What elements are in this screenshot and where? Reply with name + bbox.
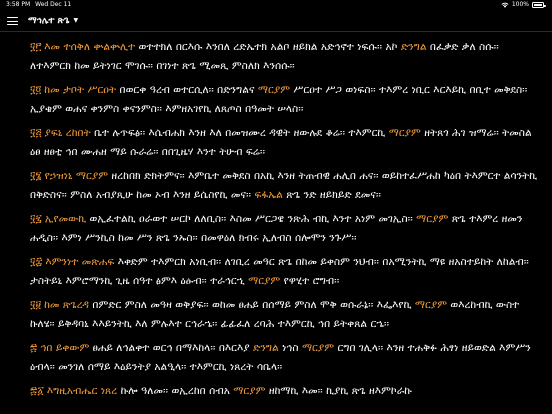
verse-highlight: ያፍኒ ረከበት bbox=[44, 127, 91, 139]
verse-number: ፶፮ bbox=[30, 170, 42, 182]
verse-text: ፀሐይ ለኅልቀተ ወርኅ በማእከላ፡፡ በእርእያ bbox=[89, 342, 254, 354]
verse-highlight: ድንግል bbox=[400, 41, 427, 53]
verse-highlight: ኢየመውኪ bbox=[44, 213, 87, 225]
verse-highlight: ማርያም bbox=[301, 342, 335, 354]
verse-highlight: ማርያም bbox=[388, 127, 421, 139]
battery-percent: 100% bbox=[511, 1, 529, 8]
menu-line bbox=[7, 20, 18, 22]
verse-highlight: ፍፋኤል bbox=[254, 189, 283, 201]
verse-highlight: እምንነተ መጽሐፍ bbox=[45, 256, 115, 268]
verse-text: ወተተክለ በርእሱ እንበለ ረድኤተክ አልቦ ዘይክል አድኅኖተ ነፍሱ… bbox=[135, 41, 401, 53]
status-time-text: 3:58 PM bbox=[6, 1, 31, 8]
verse: ፶፮ የኃዝነኒ ማርያም ዘረከበክ ድክትምና፡፡ እምቤተ መቅደስ በአኪ… bbox=[30, 167, 540, 205]
verse-highlight: ማርያም bbox=[416, 213, 449, 225]
verse-highlight: እመ ተሰቅለ ቍልቍሊተ bbox=[44, 41, 136, 53]
verse-highlight: ከመ ጽጌረዳ bbox=[44, 299, 89, 311]
verse-text: በምድር ምስለ መዓዛ ወቅያፍ፡፡ ወከመ ፀሐይ በሰማይ ምስለ ሞቅ … bbox=[88, 299, 415, 311]
status-date-text: Wed Dec 11 bbox=[35, 1, 72, 8]
verse: ፷፩ እግዚአብሔር ነጸረ ኩሎ ዓለመ፡፡ ወኢረከበ ሰብአ ማርያም ዘከ… bbox=[30, 382, 540, 401]
caret-down-icon: ▼ bbox=[73, 17, 79, 24]
verse-highlight: ድንግል bbox=[253, 342, 279, 354]
verse-text: ወኢፈተልኪ ዐራወተ ሠርኮ ለለቢስ፡፡ እስመ ሥርጋዌ ንጽሕ ብኪ እ… bbox=[86, 213, 417, 225]
battery-fill bbox=[534, 4, 542, 6]
verse-highlight: ማርያም bbox=[233, 385, 266, 397]
verse-number: ፶፱ bbox=[30, 299, 42, 311]
verse: ፶፬ ከመ ታቦት ሥርዐት በወርቀ ዓረብ ወተርሲለ፡፡ በድንግልና ማር… bbox=[30, 81, 540, 119]
nav-bar: ማኅሌተ ጽጌ ▼ bbox=[0, 10, 552, 32]
verse-highlight: ኅበ ይቀውም bbox=[40, 342, 90, 354]
verse: ፶፭ ያፍኒ ረከበት ቤተ ሉጥፍፅ፡፡ እሴብሐክ እንዘ እለ በመዝሙረ … bbox=[30, 124, 540, 162]
battery-icon bbox=[532, 2, 546, 8]
verse-number: ፷፩ bbox=[30, 385, 44, 397]
verse-highlight: እግዚአብሔር ነጸረ bbox=[46, 385, 118, 397]
verse-number: ፶፭ bbox=[30, 127, 42, 139]
verse-text: የዋሂተ ሮግብ፡፡ bbox=[280, 275, 340, 287]
status-time: 3:58 PM Wed Dec 11 bbox=[6, 0, 71, 10]
book-selector[interactable]: ማኅሌተ ጽጌ ▼ bbox=[28, 14, 78, 28]
menu-line bbox=[7, 17, 18, 19]
verse-highlight: ማርያም bbox=[257, 84, 291, 96]
hamburger-menu-icon[interactable] bbox=[6, 14, 20, 28]
verse-text: በወርቀ ዓረብ ወተርሲለ፡፡ በድንግልና bbox=[116, 84, 258, 96]
verse-highlight: ማርያም bbox=[414, 299, 448, 311]
verse-number: ፶፫ bbox=[30, 41, 42, 53]
verse: ፷ ኅበ ይቀውም ፀሐይ ለኅልቀተ ወርኅ በማእከላ፡፡ በእርእያ ድንግ… bbox=[30, 339, 540, 377]
verse: ፶፯ ኢየመውኪ ወኢፈተልኪ ዐራወተ ሠርኮ ለለቢስ፡፡ እስመ ሥርጋዌ … bbox=[30, 210, 540, 248]
verse-text: ቤተ ሉጥፍፅ፡፡ እሴብሐክ እንዘ እለ በመዝሙረ ዳዊት ዘውሉደ ቆሬ… bbox=[90, 127, 389, 139]
verse-number: ፶፯ bbox=[30, 213, 42, 225]
verse-highlight: ማርያም bbox=[248, 275, 281, 287]
wifi-icon bbox=[501, 2, 509, 8]
status-bar: 3:58 PM Wed Dec 11 100% bbox=[0, 0, 552, 10]
verse-number: ፶፰ bbox=[30, 256, 43, 268]
verse: ፶፱ ከመ ጽጌረዳ በምድር ምስለ መዓዛ ወቅያፍ፡፡ ወከመ ፀሐይ በሰ… bbox=[30, 296, 540, 334]
verse-text: ዘከማኪ እመ፡፡ ኪያኪ ጽጌ ዘእምኮራኩ bbox=[265, 385, 412, 397]
verse-number: ፶፬ bbox=[30, 84, 42, 96]
verse-highlight: ከመ ታቦት ሥርዐት bbox=[44, 84, 117, 96]
status-right: 100% bbox=[501, 0, 546, 10]
verse: ፶፫ እመ ተሰቅለ ቍልቍሊተ ወተተክለ በርእሱ እንበለ ረድኤተክ አል… bbox=[30, 38, 540, 76]
verse-number: ፷ bbox=[30, 342, 38, 354]
verse-list[interactable]: ፶፫ እመ ተሰቅለ ቍልቍሊተ ወተተክለ በርእሱ እንበለ ረድኤተክ አል… bbox=[0, 34, 552, 414]
verse-highlight: የኃዝነኒ ማርያም bbox=[44, 170, 109, 182]
menu-line bbox=[7, 24, 18, 26]
verse-text: ጽጌ ንድ ዘይክይድ ደመና፡፡ bbox=[282, 189, 381, 201]
page-title: ማኅሌተ ጽጌ bbox=[28, 16, 70, 26]
verse-text: ነኅስ bbox=[278, 342, 302, 354]
verse-text: ኩሎ ዓለመ፡፡ ወኢረከበ ሰብአ bbox=[117, 385, 234, 397]
verse: ፶፰ እምንነተ መጽሐፍ እቀድም ተእምርክ አነቢብ፡፡ ለገቢረ መዓር … bbox=[30, 253, 540, 291]
